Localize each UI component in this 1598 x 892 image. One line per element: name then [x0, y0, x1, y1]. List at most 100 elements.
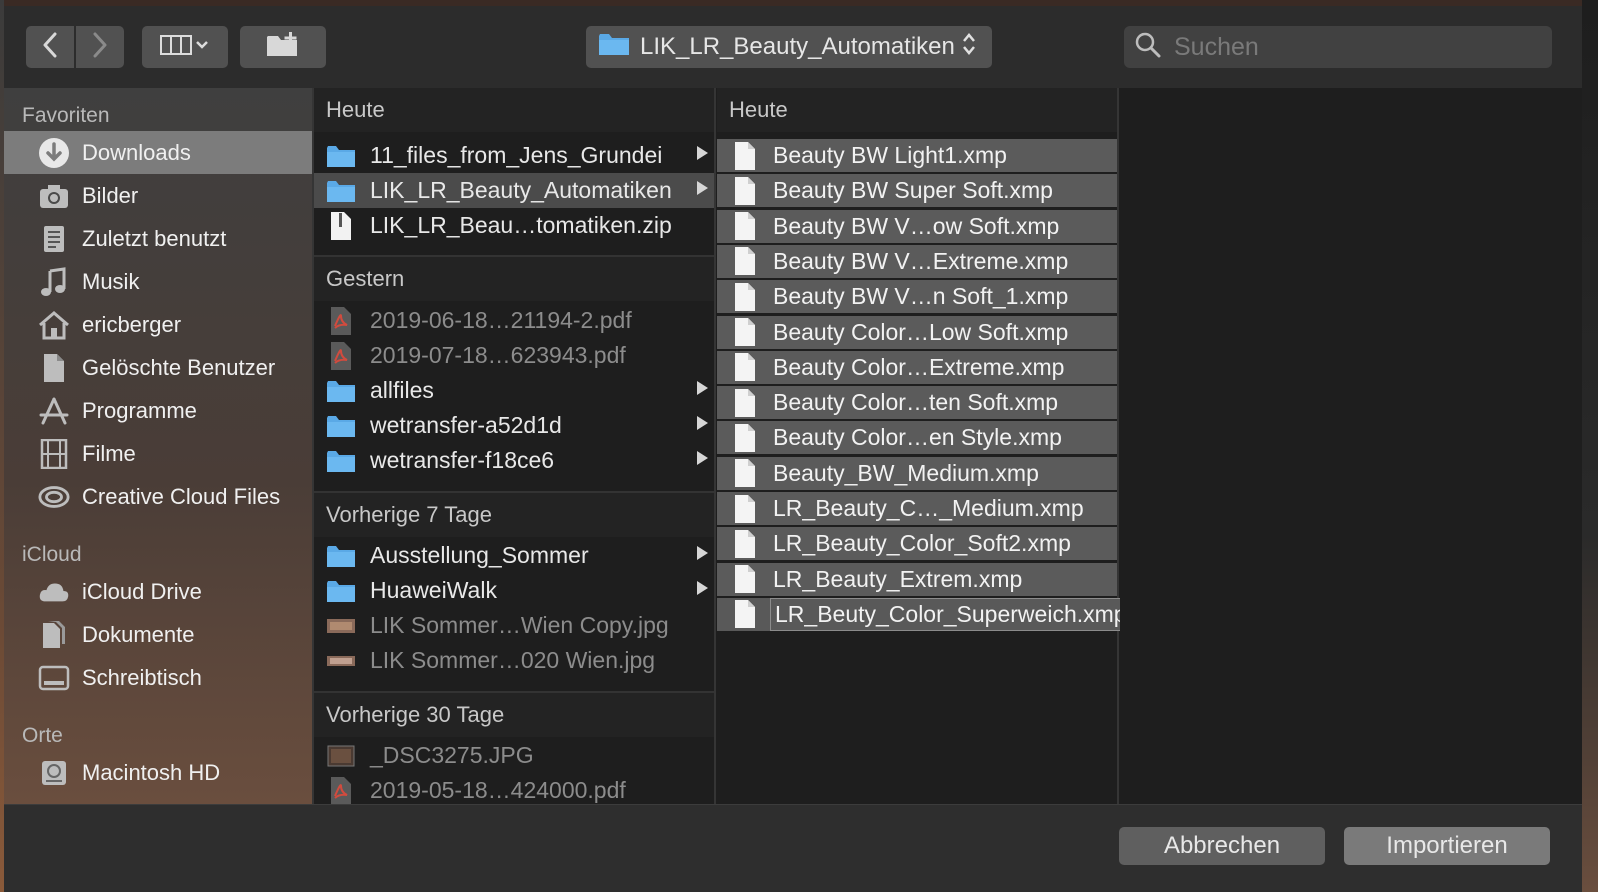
up-down-chevron-icon	[961, 31, 977, 64]
film-icon	[38, 438, 70, 470]
search-input[interactable]	[1172, 31, 1546, 63]
sidebar-item-label: Programme	[82, 397, 197, 423]
path-popup[interactable]: LIK_LR_Beauty_Automatiken	[586, 26, 992, 68]
sidebar-item-label: Gelöschte Benutzer	[82, 354, 276, 380]
file-row[interactable]: Beauty BW V…Extreme.xmp	[717, 244, 1117, 278]
list-item[interactable]: _DSC3275.JPG	[314, 738, 714, 773]
folder-icon	[326, 541, 356, 571]
sidebar-item-schreibtisch[interactable]: Schreibtisch	[4, 656, 312, 699]
folder-icon	[326, 376, 356, 406]
file-row[interactable]: Beauty_BW_Medium.xmp	[717, 456, 1117, 490]
document-icon	[731, 176, 759, 206]
file-row[interactable]: Beauty Color…ten Soft.xmp	[717, 386, 1117, 420]
list-item[interactable]: allfiles	[314, 373, 714, 408]
list-item[interactable]: 2019-06-18…21194-2.pdf	[314, 303, 714, 338]
disclosure-arrow-icon	[697, 451, 708, 465]
list-item[interactable]: LIK_LR_Beau…tomatiken.zip	[314, 208, 714, 243]
file-row[interactable]: Beauty Color…Low Soft.xmp	[717, 315, 1117, 349]
sidebar-item-home[interactable]: ericberger	[4, 303, 312, 346]
sidebar-section-icloud: iCloud	[22, 543, 82, 566]
document-icon	[731, 564, 759, 594]
cancel-button[interactable]: Abbrechen	[1119, 827, 1325, 865]
file-row-focused[interactable]: LR_Beuty_Color_Superweich.xmp	[717, 597, 1142, 631]
folder-icon	[326, 176, 356, 206]
view-mode-button[interactable]	[142, 26, 228, 68]
toolbar: LIK_LR_Beauty_Automatiken	[4, 6, 1582, 88]
file-row[interactable]: Beauty Color…en Style.xmp	[717, 421, 1117, 455]
sidebar-item-icloud-drive[interactable]: iCloud Drive	[4, 570, 312, 613]
hard-drive-icon	[38, 757, 70, 789]
camera-icon	[38, 180, 70, 212]
sidebar-item-deleted-users[interactable]: Gelöschte Benutzer	[4, 346, 312, 389]
pdf-file-icon	[326, 306, 356, 336]
browser-column-lik-lr-beauty: Heute Beauty BW Light1.xmp Beauty BW Supe…	[717, 88, 1142, 804]
chevron-right-icon	[91, 32, 109, 63]
list-item[interactable]: 2019-07-18…623943.pdf	[314, 338, 714, 373]
image-file-icon	[326, 741, 356, 771]
file-row[interactable]: LR_Beauty_C…_Medium.xmp	[717, 492, 1117, 525]
sidebar-item-programme[interactable]: Programme	[4, 389, 312, 432]
file-row[interactable]: Beauty BW V…n Soft_1.xmp	[717, 280, 1117, 314]
list-item[interactable]: wetransfer-f18ce6	[314, 443, 714, 478]
path-label: LIK_LR_Beauty_Automatiken	[640, 33, 955, 60]
list-item[interactable]: wetransfer-a52d1d	[314, 408, 714, 443]
file-name: Beauty Color…ten Soft.xmp	[773, 389, 1059, 416]
new-folder-button[interactable]	[240, 26, 326, 68]
list-item[interactable]: 2019-05-18…424000.pdf	[314, 773, 714, 804]
sidebar-item-musik[interactable]: Musik	[4, 260, 312, 303]
sidebar-item-label: Dokumente	[82, 621, 195, 647]
list-item[interactable]: LIK Sommer…020 Wien.jpg	[314, 643, 714, 678]
file-name: Beauty BW Super Soft.xmp	[773, 177, 1053, 204]
list-item[interactable]: Ausstellung_Sommer	[314, 538, 714, 573]
file-name: LR_Beauty_Extrem.xmp	[773, 565, 1023, 592]
file-row[interactable]: Beauty BW V…ow Soft.xmp	[717, 209, 1117, 243]
disclosure-arrow-icon	[697, 416, 708, 430]
apps-icon	[38, 395, 70, 427]
file-name: Beauty BW Light1.xmp	[773, 142, 1007, 168]
file-name: Beauty BW V…n Soft_1.xmp	[773, 283, 1069, 310]
sidebar-item-dokumente[interactable]: Dokumente	[4, 613, 312, 656]
list-item[interactable]: 11_files_from_Jens_Grundei	[314, 138, 714, 173]
document-icon	[731, 494, 759, 524]
document-icon	[731, 282, 759, 312]
download-icon	[38, 137, 70, 169]
sidebar: Favoriten Downloads Bilder Zuletzt benut…	[4, 88, 312, 804]
folder-icon	[326, 411, 356, 441]
group-header-today: Heute	[314, 88, 714, 132]
file-open-dialog: LIK_LR_Beauty_Automatiken Favoriten Down…	[4, 6, 1582, 892]
sidebar-item-bilder[interactable]: Bilder	[4, 174, 312, 217]
sidebar-item-filme[interactable]: Filme	[4, 432, 312, 475]
document-icon	[731, 141, 759, 171]
documents-icon	[38, 619, 70, 651]
sidebar-item-creative-cloud[interactable]: Creative Cloud Files	[4, 475, 312, 518]
list-item[interactable]: HuaweiWalk	[314, 573, 714, 608]
folder-icon	[598, 32, 630, 63]
list-item[interactable]: LIK Sommer…Wien Copy.jpg	[314, 608, 714, 643]
pdf-file-icon	[326, 776, 356, 804]
sidebar-item-downloads[interactable]: Downloads	[4, 131, 312, 174]
sidebar-item-macintosh-hd[interactable]: Macintosh HD	[4, 751, 312, 794]
forward-button[interactable]	[76, 26, 124, 68]
import-button[interactable]: Importieren	[1344, 827, 1550, 865]
creative-cloud-icon	[38, 481, 70, 513]
browser-column-empty	[1120, 88, 1582, 804]
folder-icon	[326, 446, 356, 476]
back-button[interactable]	[26, 26, 74, 68]
file-row[interactable]: LR_Beauty_Color_Soft2.xmp	[717, 527, 1117, 561]
list-item-selected[interactable]: LIK_LR_Beauty_Automatiken	[314, 173, 714, 208]
disclosure-arrow-icon	[697, 181, 708, 195]
search-field[interactable]	[1124, 26, 1552, 68]
file-row[interactable]: Beauty BW Super Soft.xmp	[717, 174, 1117, 208]
group-header-today: Heute	[717, 88, 1117, 132]
file-row[interactable]: Beauty BW Light1.xmp	[717, 139, 1117, 172]
image-file-icon	[326, 611, 356, 641]
disclosure-arrow-icon	[697, 546, 708, 560]
document-icon	[731, 211, 759, 241]
sidebar-item-recents[interactable]: Zuletzt benutzt	[4, 217, 312, 260]
file-row[interactable]: LR_Beauty_Extrem.xmp	[717, 562, 1117, 596]
document-icon	[731, 529, 759, 559]
sidebar-item-label: iCloud Drive	[82, 578, 202, 604]
new-folder-icon	[265, 31, 301, 64]
file-row[interactable]: Beauty Color…Extreme.xmp	[717, 350, 1117, 384]
disclosure-arrow-icon	[697, 381, 708, 395]
